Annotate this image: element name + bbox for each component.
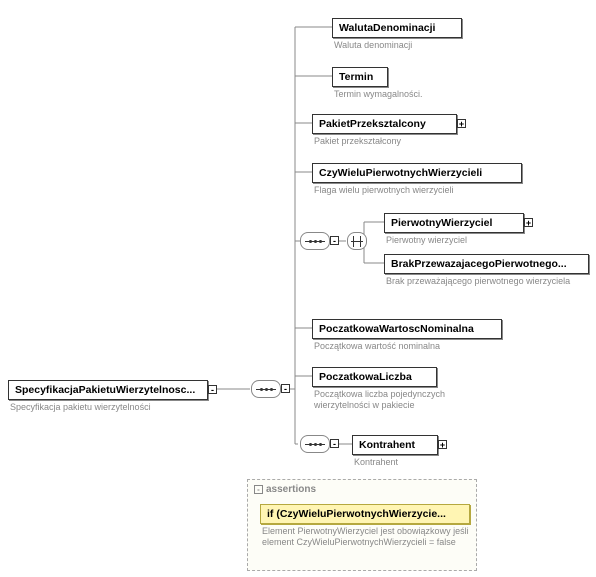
waluta-denominacji-label: WalutaDenominacji bbox=[339, 22, 435, 34]
seq-kontrahent-expand[interactable]: - bbox=[330, 439, 339, 448]
pakiet-przeksztalcony-caption: Pakiet przekształcony bbox=[314, 136, 401, 147]
root-element[interactable]: SpecyfikacjaPakietuWierzytelnosc... bbox=[8, 380, 208, 400]
kontrahent-caption: Kontrahent bbox=[354, 457, 398, 468]
assertions-title: -assertions bbox=[254, 484, 316, 495]
termin-element[interactable]: Termin bbox=[332, 67, 388, 87]
kontrahent-label: Kontrahent bbox=[359, 439, 415, 451]
pakiet-przeksztalcony-label: PakietPrzeksztalcony bbox=[319, 118, 426, 130]
pocz-liczba-caption: Początkowa liczba pojedynczych wierzytel… bbox=[314, 389, 454, 411]
seq-choice-wrap bbox=[300, 232, 330, 250]
czy-wielu-element[interactable]: CzyWieluPierwotnychWierzycieli bbox=[312, 163, 522, 183]
assertion-if-label: if (CzyWieluPierwotnychWierzycie... bbox=[267, 508, 446, 520]
assertion-if[interactable]: if (CzyWieluPierwotnychWierzycie... bbox=[260, 504, 470, 524]
root-expand[interactable]: - bbox=[208, 385, 217, 394]
pierwotny-wierzyciel-expand[interactable]: + bbox=[524, 218, 533, 227]
seq-main-expand[interactable]: - bbox=[281, 384, 290, 393]
brak-przewazajacego-label: BrakPrzewazajacegoPierwotnego... bbox=[391, 258, 567, 270]
seq-main bbox=[251, 380, 281, 398]
termin-caption: Termin wymagalności. bbox=[334, 89, 423, 100]
czy-wielu-label: CzyWieluPierwotnychWierzycieli bbox=[319, 167, 482, 179]
pakiet-przeksztalcony-expand[interactable]: + bbox=[457, 119, 466, 128]
seq-kontrahent bbox=[300, 435, 330, 453]
root-label: SpecyfikacjaPakietuWierzytelnosc... bbox=[15, 384, 195, 396]
pocz-wartosc-label: PoczatkowaWartoscNominalna bbox=[319, 323, 474, 335]
pocz-wartosc-element[interactable]: PoczatkowaWartoscNominalna bbox=[312, 319, 502, 339]
choice-compositor bbox=[347, 232, 367, 250]
waluta-denominacji-element[interactable]: WalutaDenominacji bbox=[332, 18, 462, 38]
pakiet-przeksztalcony-element[interactable]: PakietPrzeksztalcony bbox=[312, 114, 457, 134]
termin-label: Termin bbox=[339, 71, 373, 83]
brak-przewazajacego-caption: Brak przeważającego pierwotnego wierzyci… bbox=[386, 276, 596, 287]
kontrahent-expand[interactable]: + bbox=[438, 440, 447, 449]
pocz-wartosc-caption: Początkowa wartość nominalna bbox=[314, 341, 440, 352]
brak-przewazajacego-element[interactable]: BrakPrzewazajacegoPierwotnego... bbox=[384, 254, 589, 274]
czy-wielu-caption: Flaga wielu pierwotnych wierzycieli bbox=[314, 185, 454, 196]
kontrahent-element[interactable]: Kontrahent bbox=[352, 435, 438, 455]
pierwotny-wierzyciel-caption: Pierwotny wierzyciel bbox=[386, 235, 467, 246]
pierwotny-wierzyciel-label: PierwotnyWierzyciel bbox=[391, 217, 492, 229]
waluta-denominacji-caption: Waluta denominacji bbox=[334, 40, 412, 51]
assertion-if-caption: Element PierwotnyWierzyciel jest obowiąz… bbox=[262, 526, 472, 548]
pocz-liczba-label: PoczatkowaLiczba bbox=[319, 371, 412, 383]
assertions-title-text: assertions bbox=[266, 484, 316, 495]
pocz-liczba-element[interactable]: PoczatkowaLiczba bbox=[312, 367, 437, 387]
root-caption: Specyfikacja pakietu wierzytelności bbox=[10, 402, 210, 413]
pierwotny-wierzyciel-element[interactable]: PierwotnyWierzyciel bbox=[384, 213, 524, 233]
seq-choice-expand[interactable]: - bbox=[330, 236, 339, 245]
